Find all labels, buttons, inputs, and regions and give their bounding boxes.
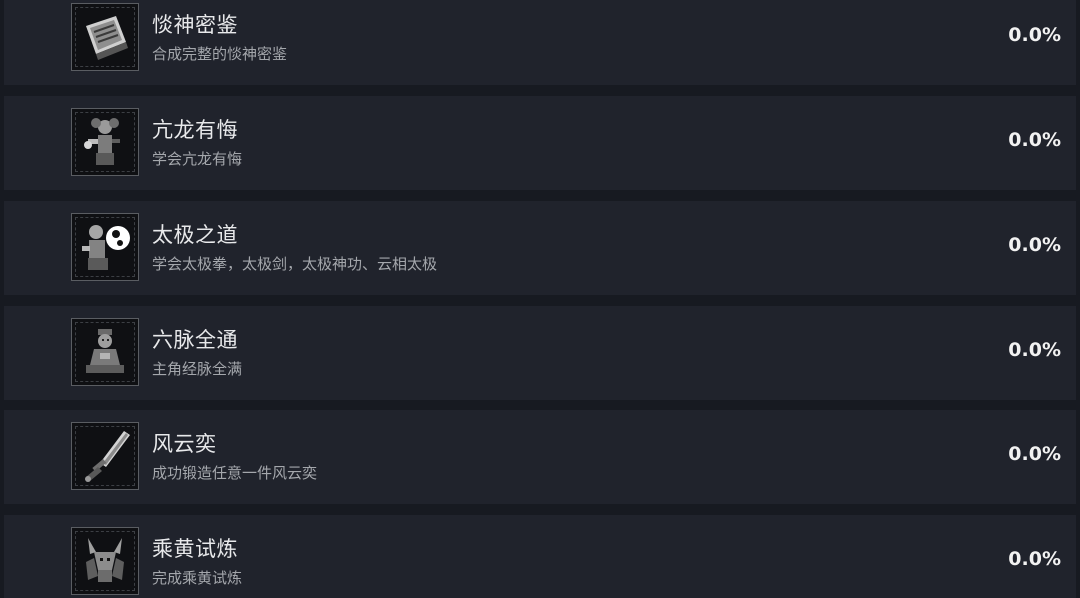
unlock-percentage: 0.0% — [1008, 129, 1061, 151]
martial-artist-icon — [71, 108, 139, 176]
achievement-description: 学会亢龙有悔 — [152, 150, 243, 168]
unlock-percentage: 0.0% — [1008, 443, 1061, 465]
achievement-title: 乘黄试炼 — [152, 537, 238, 561]
achievement-title: 风云奕 — [152, 432, 217, 456]
meditating-figure-icon — [71, 318, 139, 386]
achievement-description: 学会太极拳，太极剑，太极神功、云相太极 — [152, 255, 438, 273]
horned-beast-icon — [71, 527, 139, 595]
achievement-description: 合成完整的惔神密鉴 — [152, 45, 288, 63]
achievement-row[interactable]: 太极之道 学会太极拳，太极剑，太极神功、云相太极 0.0% — [4, 201, 1076, 295]
achievement-title: 亢龙有悔 — [152, 118, 238, 142]
achievement-description: 成功锻造任意一件风云奕 — [152, 464, 318, 482]
achievement-row[interactable]: 风云奕 成功锻造任意一件风云奕 0.0% — [4, 410, 1076, 504]
achievement-row[interactable]: 乘黄试炼 完成乘黄试炼 0.0% — [4, 515, 1076, 598]
achievement-title: 惔神密鉴 — [152, 13, 238, 37]
achievement-description: 主角经脉全满 — [152, 360, 243, 378]
taiji-master-icon — [71, 213, 139, 281]
unlock-percentage: 0.0% — [1008, 234, 1061, 256]
achievement-description: 完成乘黄试炼 — [152, 569, 243, 587]
achievement-list: 惔神密鉴 合成完整的惔神密鉴 0.0% 亢龙有悔 学会亢龙有悔 0.0% 太极之… — [0, 0, 1080, 598]
unlock-percentage: 0.0% — [1008, 548, 1061, 570]
scroll-book-icon — [71, 3, 139, 71]
achievement-title: 太极之道 — [152, 223, 238, 247]
unlock-percentage: 0.0% — [1008, 339, 1061, 361]
achievement-title: 六脉全通 — [152, 328, 238, 352]
achievement-row[interactable]: 亢龙有悔 学会亢龙有悔 0.0% — [4, 96, 1076, 190]
blade-weapon-icon — [71, 422, 139, 490]
unlock-percentage: 0.0% — [1008, 24, 1061, 46]
achievement-row[interactable]: 六脉全通 主角经脉全满 0.0% — [4, 306, 1076, 400]
achievement-row[interactable]: 惔神密鉴 合成完整的惔神密鉴 0.0% — [4, 0, 1076, 85]
